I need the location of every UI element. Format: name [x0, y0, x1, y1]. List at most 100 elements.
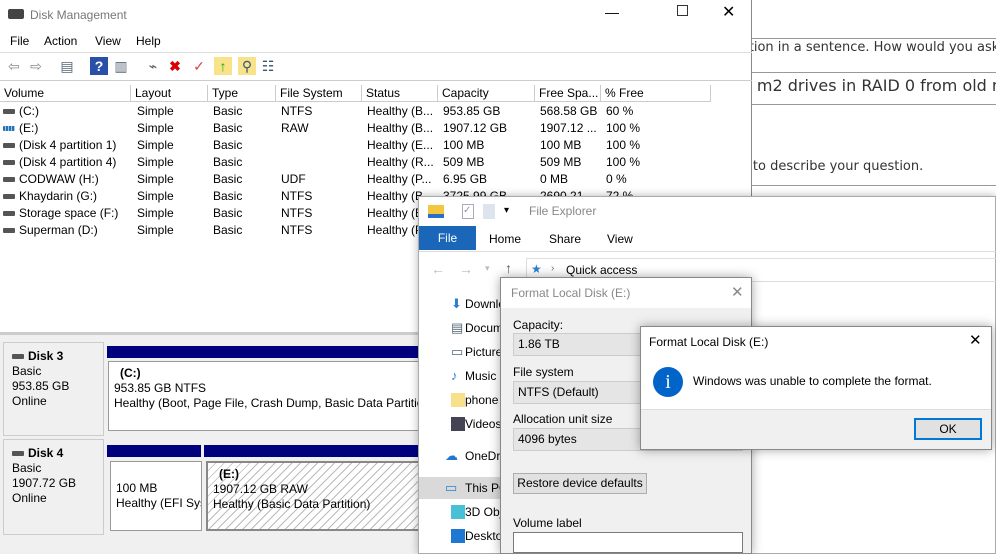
cell: Basic: [213, 104, 243, 118]
forward-button[interactable]: →: [459, 261, 473, 277]
new-folder-icon[interactable]: [483, 204, 495, 219]
nav-downloads[interactable]: ⬇Downloads: [419, 293, 501, 315]
menu-action[interactable]: Action: [44, 34, 77, 48]
col-status[interactable]: Status: [362, 85, 438, 102]
nav-onedrive[interactable]: ☁OneDrive: [419, 445, 501, 467]
forward-icon[interactable]: ⇨: [27, 57, 45, 75]
nav-this-pc[interactable]: ▭This PC: [419, 477, 501, 499]
capacity-label: Capacity:: [513, 318, 564, 332]
recent-dropdown[interactable]: ▾: [485, 263, 490, 274]
tab-view[interactable]: View: [607, 232, 633, 246]
help-icon[interactable]: ?: [90, 57, 108, 75]
cell: Basic: [213, 138, 243, 152]
menu-view[interactable]: View: [95, 34, 121, 48]
cell: 509 MB: [540, 155, 582, 169]
volume-name: (E:): [19, 121, 39, 135]
disk-management-icon: [8, 9, 24, 19]
cell: Healthy (B...: [367, 104, 434, 118]
cell: RAW: [281, 121, 309, 135]
customize-dropdown-icon[interactable]: ▾: [504, 205, 509, 216]
cell: Basic: [213, 189, 243, 203]
cell: Basic: [213, 121, 243, 135]
col-percent-free[interactable]: % Free: [601, 85, 711, 102]
cell: Simple: [137, 155, 174, 169]
cell: Healthy (P...: [367, 172, 432, 186]
close-button[interactable]: ✕: [722, 2, 735, 22]
list-icon[interactable]: ☷: [259, 57, 277, 75]
back-button[interactable]: ←: [431, 261, 445, 277]
cell: Basic: [213, 155, 243, 169]
nav-desktop[interactable]: Desktop: [419, 525, 501, 547]
drive-icon: [3, 126, 15, 132]
properties-icon[interactable]: ✓: [462, 204, 474, 219]
nav-pictures[interactable]: ▭Pictures: [419, 341, 501, 363]
cell: 1907.12 GB: [443, 121, 508, 135]
delete-icon[interactable]: ✖: [166, 57, 184, 75]
volume-name: Storage space (F:): [19, 206, 119, 220]
col-capacity[interactable]: Capacity: [438, 85, 535, 102]
cell: Simple: [137, 172, 174, 186]
volume-name: Khaydarin (G:): [19, 189, 98, 203]
cell: Simple: [137, 189, 174, 203]
col-type[interactable]: Type: [208, 85, 276, 102]
show-hide-console-icon[interactable]: ▤: [58, 57, 76, 75]
menu-help[interactable]: Help: [136, 34, 161, 48]
volume-name: CODWAW (H:): [19, 172, 99, 186]
error-close-button[interactable]: ✕: [969, 331, 982, 349]
file-system-label: File system: [513, 365, 574, 379]
maximize-button[interactable]: [677, 5, 688, 16]
properties-icon[interactable]: ✓: [190, 57, 208, 75]
format-close-button[interactable]: ✕: [731, 283, 744, 301]
disk-3-label[interactable]: Disk 3 Basic 953.85 GB Online: [3, 342, 104, 436]
table-row[interactable]: (Disk 4 partition 1) Simple Basic Healthy (…: [0, 137, 752, 154]
format-dialog-title: Format Local Disk (E:): [511, 286, 631, 300]
volume-label-input[interactable]: [513, 532, 743, 553]
col-layout[interactable]: Layout: [131, 85, 208, 102]
nav-music[interactable]: ♪ Music: [419, 365, 501, 387]
table-row[interactable]: (Disk 4 partition 4) Simple Basic Healthy (…: [0, 154, 752, 171]
nav-3d-objects[interactable]: 3D Objects: [419, 501, 501, 523]
tab-home[interactable]: Home: [489, 232, 521, 246]
action-pane-icon[interactable]: ▥: [112, 57, 130, 75]
table-row[interactable]: CODWAW (H:) Simple Basic UDF Healthy (P... 6.…: [0, 171, 752, 188]
browser-background: stion in a sentence. How would you ask o…: [732, 0, 996, 200]
cell: 100 MB: [443, 138, 485, 152]
table-row[interactable]: (C:) Simple Basic NTFS Healthy (B... 953.85 G…: [0, 103, 752, 120]
restore-defaults-button[interactable]: Restore device defaults: [513, 473, 647, 494]
question-title-input[interactable]: o m2 drives in RAID 0 from old mo: [742, 76, 996, 95]
nav-phone[interactable]: phone: [419, 389, 501, 411]
tab-file[interactable]: File: [419, 226, 476, 250]
col-file-system[interactable]: File System: [276, 85, 362, 102]
cell: Healthy (R...: [367, 155, 434, 169]
import-icon[interactable]: ↑: [214, 57, 232, 75]
minimize-button[interactable]: —: [605, 4, 619, 20]
cell: 100 %: [606, 138, 641, 152]
menu-file[interactable]: File: [10, 34, 29, 48]
cell: Simple: [137, 206, 174, 220]
ok-button[interactable]: OK: [914, 418, 982, 440]
cell: Basic: [213, 223, 243, 237]
address-text: Quick access: [566, 263, 638, 277]
up-button[interactable]: ↑: [505, 260, 512, 276]
cell: NTFS: [281, 189, 313, 203]
cell: 100 MB: [540, 138, 582, 152]
disk-4-label[interactable]: Disk 4 Basic 1907.72 GB Online: [3, 439, 104, 535]
volume-name: (Disk 4 partition 4): [19, 155, 117, 169]
cell: 568.58 GB: [540, 104, 598, 118]
col-volume[interactable]: Volume: [0, 85, 131, 102]
connect-drive-icon[interactable]: ⌁: [144, 57, 162, 75]
error-dialog-title: Format Local Disk (E:): [649, 335, 769, 349]
cell: Simple: [137, 223, 174, 237]
cell: 100 %: [606, 121, 641, 135]
col-free-space[interactable]: Free Spa...: [535, 85, 601, 102]
cell: 100 %: [606, 155, 641, 169]
drive-icon: [3, 228, 15, 234]
back-icon[interactable]: ⇦: [5, 57, 23, 75]
info-icon: i: [653, 367, 683, 397]
search-icon[interactable]: ⚲: [238, 57, 256, 75]
nav-documents[interactable]: ▤Documents: [419, 317, 501, 339]
partition-efi[interactable]: 100 MB Healthy (EFI System Partition): [110, 461, 202, 531]
tab-share[interactable]: Share: [549, 232, 581, 246]
table-row[interactable]: (E:) Simple Basic RAW Healthy (B... 1907.12 G…: [0, 120, 752, 137]
nav-videos[interactable]: Videos: [419, 413, 501, 435]
